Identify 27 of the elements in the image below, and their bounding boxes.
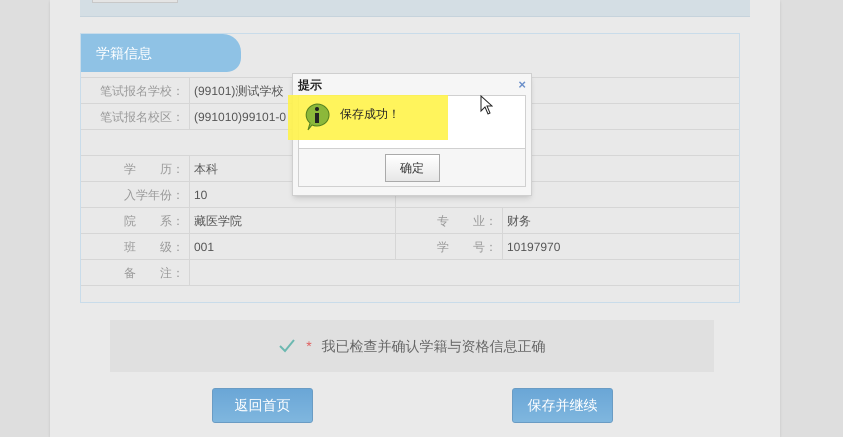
required-mark: * (306, 336, 312, 356)
field-value: 10 (194, 188, 208, 202)
field-label: 班 级： (124, 240, 184, 254)
field-value: 本科 (194, 162, 218, 176)
info-icon (304, 103, 330, 131)
field-value: (99101)测试学校 (194, 84, 284, 98)
field-value: 财务 (507, 214, 531, 228)
field-label: 院 系： (124, 214, 184, 228)
dialog-title: 提示 (298, 76, 322, 94)
field-value: (991010)99101-0 (194, 110, 286, 124)
checkbox[interactable] (278, 338, 296, 354)
dialog-message: 保存成功！ (340, 106, 400, 123)
field-label: 学 号： (437, 240, 497, 254)
field-label: 入学年份： (124, 188, 184, 202)
ok-button[interactable]: 确定 (384, 154, 440, 182)
field-value: 10197970 (507, 240, 560, 254)
action-button[interactable]: 保存并继续 (512, 388, 613, 423)
field-label: 专 业： (437, 214, 497, 228)
close-button[interactable]: × (518, 78, 526, 91)
field-label: 笔试报名校区： (100, 110, 184, 124)
field-value: 藏医学院 (194, 214, 242, 228)
field-value: 001 (194, 240, 214, 254)
action-button[interactable]: 返回首页 (212, 388, 313, 423)
confirm-label: 我已检查并确认学籍与资格信息正确 (322, 336, 546, 356)
field-label: 笔试报名学校： (100, 84, 184, 98)
field-label: 备 注： (124, 266, 184, 280)
field-label: 学 历： (124, 162, 184, 176)
